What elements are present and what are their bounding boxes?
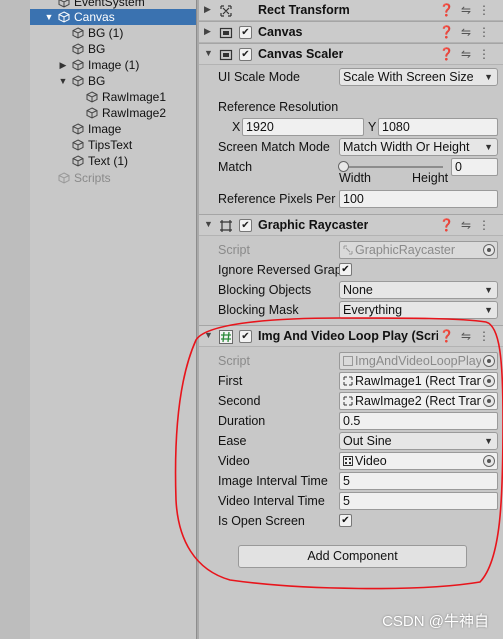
watermark: CSDN @牛神自: [382, 613, 489, 630]
red-annotation-circle: [174, 317, 503, 590]
